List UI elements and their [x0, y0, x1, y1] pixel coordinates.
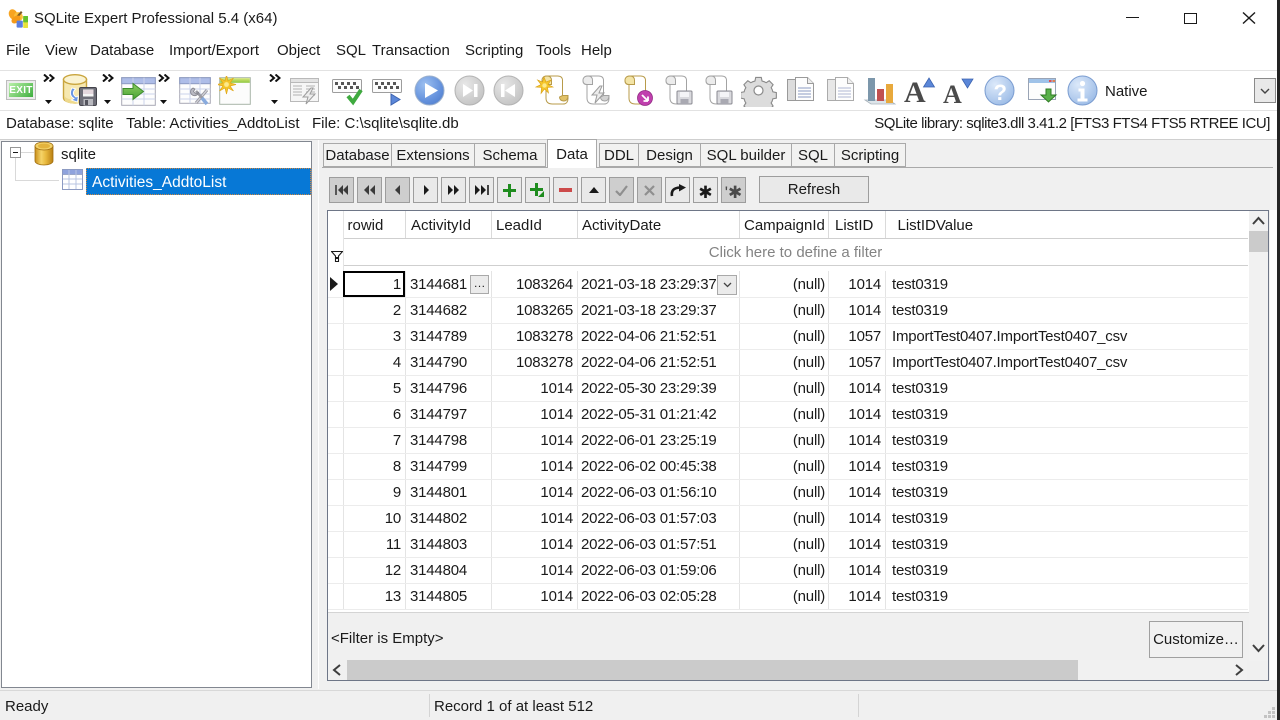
svg-text:?: ?	[994, 80, 1007, 105]
svg-text:A: A	[904, 76, 926, 107]
svg-text:A: A	[943, 80, 962, 107]
